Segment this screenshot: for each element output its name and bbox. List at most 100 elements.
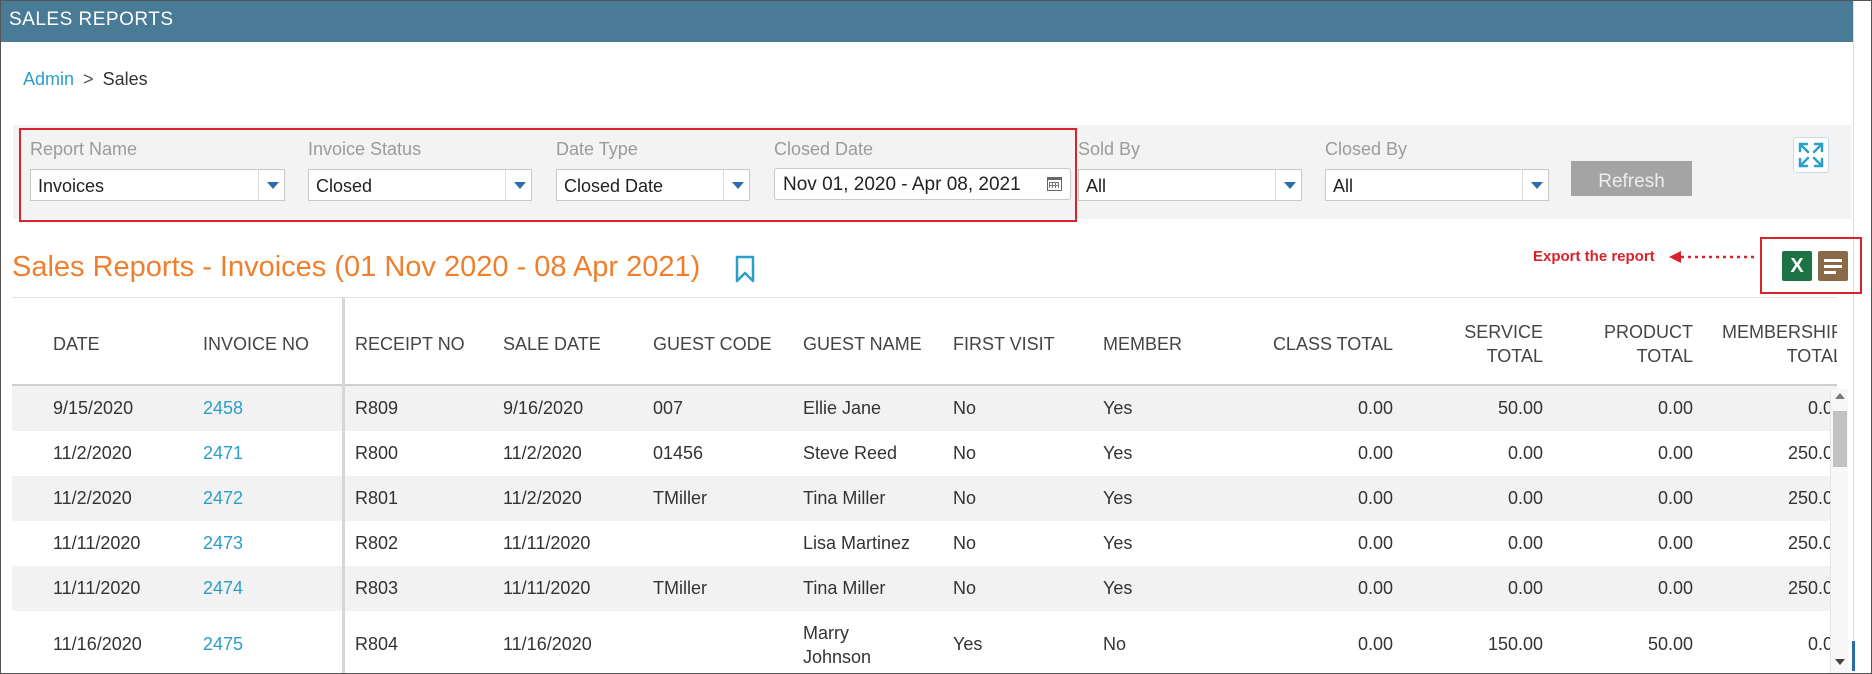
dropdown-caret-icon (1275, 170, 1301, 200)
cell-product-total: 0.00 (1657, 443, 1693, 463)
cell-service-total: 0.00 (1507, 533, 1543, 553)
cell-membership-total: 0.00 (1807, 634, 1837, 654)
table-row[interactable]: 11/11/2020 2473 R802 11/11/2020 Lisa Mar… (12, 521, 1837, 566)
cell-receipt-no: R800 (355, 443, 399, 463)
cell-product-total: 0.00 (1657, 398, 1693, 418)
invoice-link[interactable]: 2472 (203, 488, 243, 508)
cell-guest-name: Tina Miller (803, 488, 886, 508)
header-class-total[interactable]: CLASS TOTAL (1212, 332, 1393, 356)
invoice-link[interactable]: 2473 (203, 533, 243, 553)
cell-service-total: 50.00 (1497, 398, 1543, 418)
table-row[interactable]: 11/2/2020 2471 R800 11/2/2020 01456 Stev… (12, 431, 1837, 476)
cell-guest-name: Lisa Martinez (803, 533, 911, 553)
filters-highlight-box (19, 128, 1077, 222)
header-invoice-no[interactable]: INVOICE NO (203, 332, 309, 356)
bookmark-icon[interactable] (735, 255, 755, 283)
excel-export-icon[interactable]: X (1782, 251, 1812, 281)
cell-date: 11/11/2020 (53, 578, 141, 598)
closed-by-value: All (1333, 176, 1354, 196)
cell-first-visit: No (953, 578, 977, 598)
invoice-link[interactable]: 2458 (203, 398, 243, 418)
header-sale-date[interactable]: SALE DATE (503, 332, 601, 356)
cell-class-total: 0.00 (1357, 533, 1393, 553)
scroll-thumb[interactable] (1833, 411, 1847, 467)
cell-service-total: 0.00 (1507, 443, 1543, 463)
cell-membership-total: 250.00 (1787, 533, 1837, 553)
cell-guest-code: TMiller (653, 578, 707, 598)
cell-date: 11/16/2020 (53, 634, 142, 654)
table-row[interactable]: 9/15/2020 2458 R809 9/16/2020 007 Ellie … (12, 386, 1837, 431)
report-title: Sales Reports - Invoices (01 Nov 2020 - … (12, 251, 701, 283)
header-guest-name[interactable]: GUEST NAME (803, 332, 922, 356)
cell-class-total: 0.00 (1357, 578, 1393, 598)
cell-membership-total: 250.00 (1787, 578, 1837, 598)
closed-by-label: Closed By (1325, 139, 1408, 159)
sold-by-label: Sold By (1078, 139, 1141, 159)
header-membership-total-line2: TOTAL (1786, 346, 1837, 366)
expand-button[interactable] (1793, 137, 1829, 173)
cell-membership-total: 0.00 (1807, 398, 1837, 418)
export-report-annotation: Export the report (1533, 248, 1655, 265)
header-service-total[interactable]: SERVICE TOTAL (1412, 320, 1543, 368)
closed-by-select[interactable]: All (1325, 169, 1549, 201)
scroll-up-arrow-icon[interactable] (1835, 393, 1845, 399)
cell-receipt-no: R801 (355, 488, 399, 508)
report-table: DATE INVOICE NO RECEIPT NO SALE DATE GUE… (12, 297, 1837, 673)
breadcrumb: Admin > Sales (23, 69, 148, 90)
cell-member: No (1103, 634, 1127, 654)
header-product-total[interactable]: PRODUCT TOTAL (1562, 320, 1693, 368)
table-row[interactable]: 11/2/2020 2472 R801 11/2/2020 TMiller Ti… (12, 476, 1837, 521)
cell-date: 9/15/2020 (53, 398, 134, 418)
header-receipt-no[interactable]: RECEIPT NO (355, 332, 465, 356)
cell-guest-name: Steve Reed (803, 443, 898, 463)
header-date[interactable]: DATE (53, 332, 100, 356)
header-membership-total[interactable]: MEMBERSHIP TOTAL (1712, 320, 1837, 368)
invoice-link[interactable]: 2474 (203, 578, 243, 598)
annotation-arrow (1669, 251, 1755, 263)
cell-receipt-no: R803 (355, 578, 399, 598)
table-row[interactable]: 11/11/2020 2474 R803 11/11/2020 TMiller … (12, 566, 1837, 611)
window-title: SALES REPORTS (9, 9, 174, 30)
cell-first-visit: No (953, 533, 977, 553)
table-vertical-scrollbar[interactable] (1830, 389, 1848, 673)
cell-date: 11/2/2020 (53, 443, 132, 463)
cell-member: Yes (1103, 443, 1133, 463)
cell-product-total: 0.00 (1657, 578, 1693, 598)
cell-sale-date: 11/2/2020 (503, 488, 582, 508)
cell-service-total: 150.00 (1487, 634, 1543, 654)
cell-guest-name: Ellie Jane (803, 398, 882, 418)
cell-first-visit: No (953, 488, 977, 508)
cell-first-visit: No (953, 398, 977, 418)
table-row[interactable]: 11/16/2020 2475 R804 11/16/2020 Marry Jo… (12, 611, 1837, 673)
dropdown-caret-icon (1522, 170, 1548, 200)
header-member[interactable]: MEMBER (1103, 332, 1182, 356)
sold-by-select[interactable]: All (1078, 169, 1302, 201)
breadcrumb-separator: > (83, 69, 94, 89)
cell-member: Yes (1103, 533, 1133, 553)
cell-sale-date: 11/16/2020 (503, 634, 592, 654)
invoice-link[interactable]: 2471 (203, 443, 243, 463)
cell-receipt-no: R809 (355, 398, 399, 418)
cell-date: 11/2/2020 (53, 488, 132, 508)
frozen-column-divider (342, 298, 345, 673)
breadcrumb-admin-link[interactable]: Admin (23, 69, 74, 89)
cell-class-total: 0.00 (1357, 398, 1393, 418)
cell-sale-date: 9/16/2020 (503, 398, 584, 418)
cell-product-total: 50.00 (1647, 634, 1693, 654)
header-membership-total-line1: MEMBERSHIP (1721, 322, 1837, 342)
cell-class-total: 0.00 (1357, 443, 1393, 463)
table-header: DATE INVOICE NO RECEIPT NO SALE DATE GUE… (12, 298, 1837, 386)
scroll-down-arrow-icon[interactable] (1835, 659, 1845, 665)
cell-membership-total: 250.00 (1787, 443, 1837, 463)
window-titlebar: SALES REPORTS (1, 1, 1855, 42)
header-first-visit[interactable]: FIRST VISIT (953, 332, 1055, 356)
header-service-total-line1: SERVICE (1464, 322, 1543, 342)
header-product-total-line2: TOTAL (1636, 346, 1693, 366)
report-list-icon[interactable] (1818, 251, 1848, 281)
cell-date: 11/11/2020 (53, 533, 141, 553)
cell-receipt-no: R804 (355, 634, 399, 654)
cell-service-total: 0.00 (1507, 578, 1543, 598)
header-guest-code[interactable]: GUEST CODE (653, 332, 772, 356)
refresh-button[interactable]: Refresh (1571, 161, 1692, 196)
invoice-link[interactable]: 2475 (203, 634, 243, 654)
